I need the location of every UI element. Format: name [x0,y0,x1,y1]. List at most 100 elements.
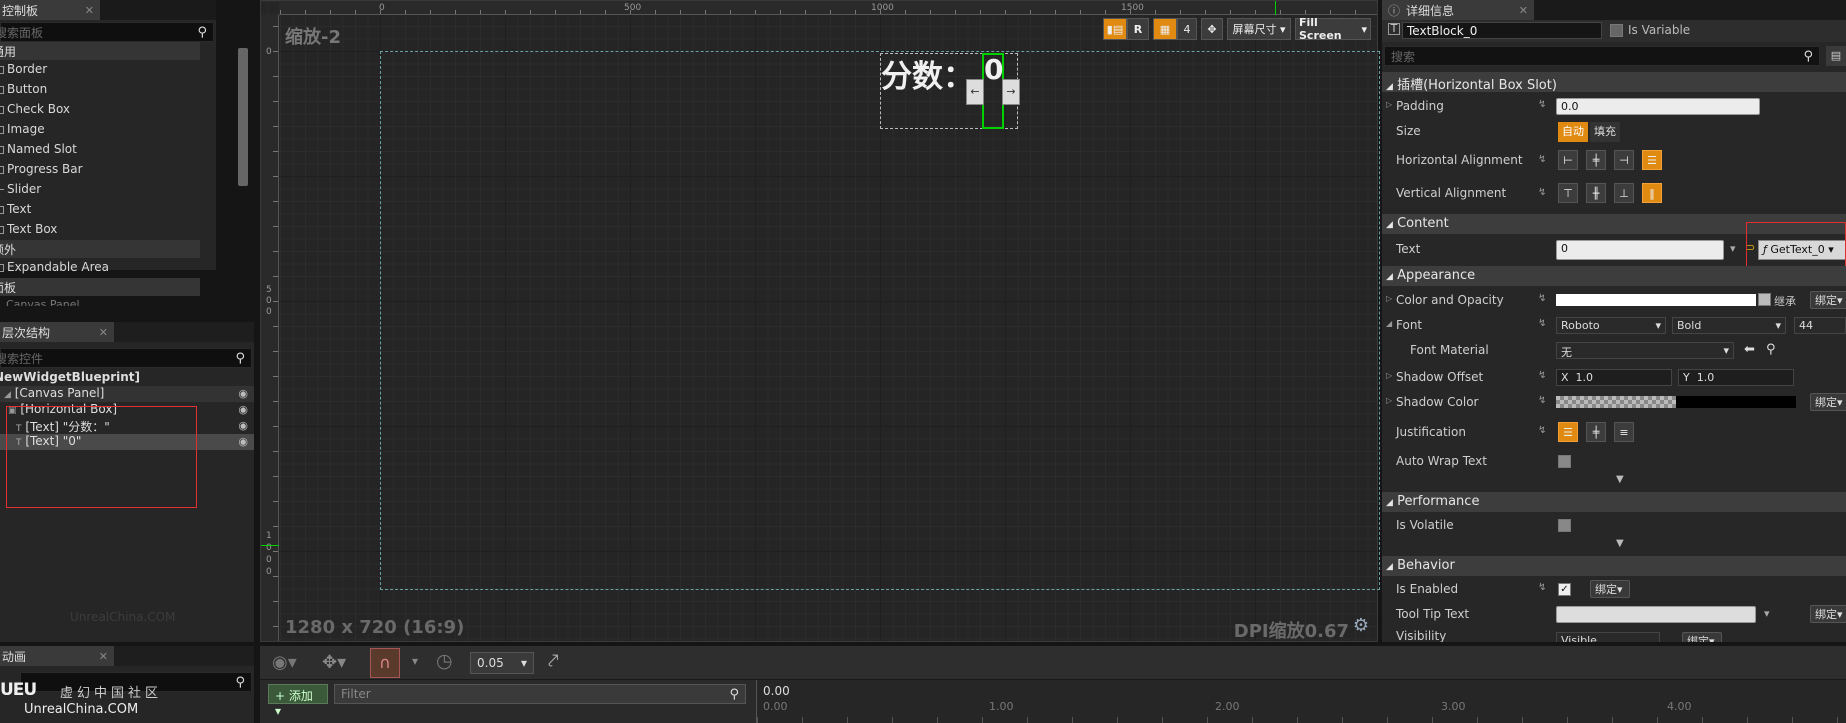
valign-fill-button[interactable]: ‖ [1642,183,1662,203]
details-search-input[interactable]: 搜索 ⚲ [1384,46,1820,66]
shadow-color-swatch[interactable] [1556,396,1676,408]
timeline-ruler[interactable]: 0.00 0.00 1.00 2.00 3.00 4.00 [756,680,1846,723]
valign-top-button[interactable]: ⊤ [1558,183,1578,203]
font-size-field[interactable]: 44 [1794,317,1846,334]
chevron-down-icon[interactable]: ▾ [1764,607,1770,620]
canvas-frame[interactable] [380,51,1380,590]
size-fill-button[interactable]: 填充 [1590,122,1620,142]
score-value-text[interactable]: 0 [984,53,1003,86]
chevron-down-icon[interactable]: ▾ [412,654,418,668]
palette-item-border[interactable]: Border [0,60,200,80]
bind-pin-icon[interactable]: ↯ [1538,293,1546,304]
close-icon[interactable]: ✕ [99,650,108,663]
is-variable-checkbox[interactable] [1610,24,1623,37]
palette-item-text-box[interactable]: Text Box [0,220,200,240]
eye-icon[interactable]: ◉ [238,419,248,432]
halign-fill-button[interactable]: ☰ [1642,150,1662,170]
palette-scrollbar[interactable] [238,48,248,186]
valign-bottom-button[interactable]: ⊥ [1614,183,1634,203]
bind-dropdown[interactable]: 绑定 ▾ [1810,393,1846,411]
widget-name-field[interactable]: TextBlock_0 [1402,22,1602,39]
bind-pin-icon[interactable]: ↯ [1538,99,1546,110]
font-family-dropdown[interactable]: Roboto ▾ [1556,317,1666,334]
palette-search-input[interactable]: 搜索面板 ⚲ [0,22,214,42]
add-animation-button[interactable]: + 添加 ▾ [268,684,328,718]
bind-pin-icon[interactable]: ↯ [1538,187,1546,198]
eye-icon[interactable]: ◉ [238,435,248,448]
designer-viewport[interactable]: 0 500 1000 1500 0 5 0 0 1 0 0 0 缩放-2 ▮▤ … [260,0,1380,642]
text-field[interactable]: 0 [1556,240,1724,260]
autowrap-checkbox[interactable] [1558,455,1571,468]
halign-center-button[interactable]: ╪ [1586,150,1606,170]
bind-dropdown[interactable]: 绑定 ▾ [1682,632,1722,642]
bind-dropdown[interactable]: 绑定 ▾ [1810,605,1846,623]
close-icon[interactable]: ✕ [1519,4,1528,17]
font-material-dropdown[interactable]: 无 ▾ [1556,342,1734,359]
bind-pin-icon[interactable]: ↯ [1538,425,1546,436]
padding-field[interactable]: 0.0 [1556,98,1760,115]
shadow-color-alpha[interactable] [1676,396,1796,408]
fill-screen-dropdown[interactable]: Fill Screen ▾ [1295,16,1371,42]
font-style-dropdown[interactable]: Bold ▾ [1672,317,1786,334]
valign-center-button[interactable]: ╫ [1586,183,1606,203]
shadow-x-field[interactable]: X 1.0 [1556,369,1672,386]
volatile-checkbox[interactable] [1558,519,1571,532]
palette-item-button[interactable]: Button [0,80,200,100]
bind-pin-icon[interactable]: ↯ [1538,318,1546,329]
eye-icon[interactable]: ◉▾ [272,652,297,673]
justify-center-button[interactable]: ╪ [1586,422,1606,442]
color-swatch[interactable] [1556,294,1756,306]
grid-snap-button[interactable]: ▦ [1153,18,1177,40]
size-auto-button[interactable]: 自动 [1558,122,1588,142]
advanced-expand-icon[interactable]: ▼ [1616,474,1624,485]
details-tab[interactable]: ⓘ 详细信息 ✕ [1382,0,1534,20]
transform-button[interactable]: ✥ [1201,18,1223,40]
bind-dropdown[interactable]: 绑定 ▾ [1810,291,1846,309]
bind-pin-icon[interactable]: ↯ [1538,154,1546,165]
behavior-section-header[interactable]: ◢ Behavior [1382,556,1846,576]
palette-tab[interactable]: 控制板 ✕ [0,0,100,20]
eye-icon[interactable]: ◉ [238,387,248,400]
expand-icon[interactable]: ▷ [1386,294,1392,303]
expand-icon[interactable]: ▷ [1386,396,1392,405]
close-icon[interactable]: ✕ [85,4,94,17]
hierarchy-tab[interactable]: 层次结构 ✕ [0,322,114,342]
halign-left-button[interactable]: ⊢ [1558,150,1578,170]
palette-item-text[interactable]: Text [0,200,200,220]
arrow-left-icon[interactable]: ⬅ [1744,342,1755,357]
inherit-checkbox[interactable] [1758,293,1771,306]
advanced-expand-icon[interactable]: ▼ [1616,538,1624,549]
expand-icon[interactable]: ▷ [1386,371,1392,380]
enabled-checkbox[interactable]: ✓ [1558,583,1571,596]
collapse-icon[interactable]: ◢ [1386,319,1392,328]
tooltip-field[interactable] [1556,606,1756,623]
move-left-handle[interactable]: ← [966,79,984,105]
view-options-icon[interactable]: ▤ [1826,46,1846,66]
shadow-y-field[interactable]: Y 1.0 [1678,369,1794,386]
justify-left-button[interactable]: ☰ [1558,422,1578,442]
chevron-down-icon[interactable]: ▾ [1730,242,1736,255]
r-button[interactable]: R [1127,18,1149,40]
bind-pin-icon[interactable]: ↯ [1538,395,1546,406]
animations-tab[interactable]: 动画 ✕ [0,646,114,666]
justify-right-button[interactable]: ≡ [1614,422,1634,442]
bind-dropdown[interactable]: 绑定 ▾ [1590,580,1630,598]
performance-section-header[interactable]: ◢ Performance [1382,492,1846,512]
curve-icon[interactable]: ⤤ [548,650,559,672]
layout-mode-button[interactable]: ▮▤ [1103,18,1127,40]
visibility-dropdown[interactable]: Visible [1556,632,1660,642]
palette-item-checkbox[interactable]: Check Box [0,100,200,120]
slot-section-header[interactable]: ◢ 插槽(Horizontal Box Slot) [1382,72,1846,93]
palette-item-progress-bar[interactable]: Progress Bar [0,160,200,180]
move-right-handle[interactable]: → [1002,79,1020,105]
gear-icon[interactable]: ⚙ [1353,615,1369,636]
search-icon[interactable]: ⚲ [1766,342,1776,357]
hierarchy-root[interactable]: NewWidgetBlueprint] [0,370,254,386]
palette-category-common[interactable]: 通用 [0,42,200,60]
palette-item-expandable-area[interactable]: Expandable Area [0,258,200,278]
grid-count-dropdown[interactable]: 4 [1177,18,1197,40]
palette-item-slider[interactable]: Slider [0,180,200,200]
score-label-text[interactable]: 分数： [881,51,974,96]
hierarchy-row[interactable]: ◢ [Canvas Panel] ◉ [0,386,254,402]
appearance-section-header[interactable]: ◢ Appearance [1382,266,1846,286]
